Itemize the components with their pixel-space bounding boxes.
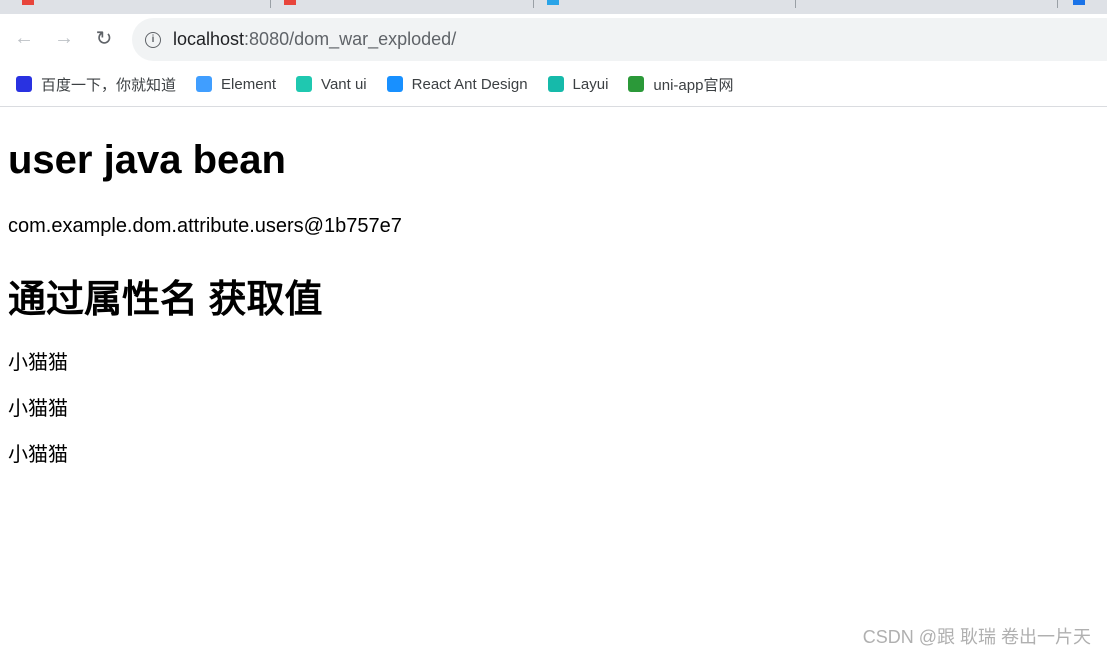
bookmarks-bar: 百度一下，你就知道 Element Vant ui React Ant Design L… [0, 62, 1107, 107]
element-icon [196, 76, 213, 92]
value-text: 小猫猫 [8, 352, 68, 374]
antd-icon [386, 76, 403, 92]
uniapp-icon [628, 76, 645, 92]
tab-favicon [1073, 0, 1085, 5]
forward-icon[interactable]: → [44, 27, 84, 50]
tab-favicon [547, 0, 559, 5]
layui-icon [547, 76, 564, 92]
bookmark-label: React Ant Design [411, 75, 528, 93]
value-text: 小猫猫 [8, 444, 68, 466]
object-text: com.example.dom.attribute.users@1b757e7 [8, 215, 402, 237]
toolbar: ← → ↻ i localhost:8080/dom_war_exploded/ [0, 14, 1107, 62]
tab-divider [270, 0, 271, 8]
bookmark-item[interactable]: React Ant Design [386, 75, 528, 93]
address-bar[interactable]: i localhost:8080/dom_war_exploded/ [132, 18, 1107, 61]
bookmark-item[interactable]: 百度一下，你就知道 [16, 74, 176, 95]
back-icon[interactable]: ← [4, 27, 44, 50]
value-text: 小猫猫 [8, 398, 68, 420]
tab-favicon [22, 0, 34, 5]
tab-divider [1057, 0, 1058, 8]
tab-divider [795, 0, 796, 8]
info-icon[interactable]: i [145, 31, 161, 48]
tab-divider [533, 0, 534, 8]
bookmark-label: uni-app官网 [653, 76, 734, 94]
bookmark-label: 百度一下，你就知道 [41, 76, 177, 94]
tab-strip [0, 0, 1107, 14]
page-heading: user java bean [8, 138, 286, 182]
baidu-icon [16, 76, 32, 92]
watermark: CSDN @跟 耿瑞 卷出一片天 [862, 627, 1091, 647]
url-text[interactable]: localhost:8080/dom_war_exploded/ [173, 29, 456, 50]
bookmark-label: Layui [572, 75, 609, 93]
bookmark-item[interactable]: Layui [547, 75, 609, 93]
reload-icon[interactable]: ↻ [84, 26, 124, 51]
tab-favicon [284, 0, 296, 5]
bookmark-item[interactable]: Element [196, 76, 276, 93]
bookmark-label: Vant ui [321, 75, 367, 93]
vant-icon [296, 76, 313, 92]
bookmark-item[interactable]: uni-app官网 [628, 74, 733, 95]
section-heading: 通过属性名 获取值 [8, 279, 323, 321]
bookmark-item[interactable]: Vant ui [296, 76, 367, 93]
bookmark-label: Element [221, 75, 277, 93]
